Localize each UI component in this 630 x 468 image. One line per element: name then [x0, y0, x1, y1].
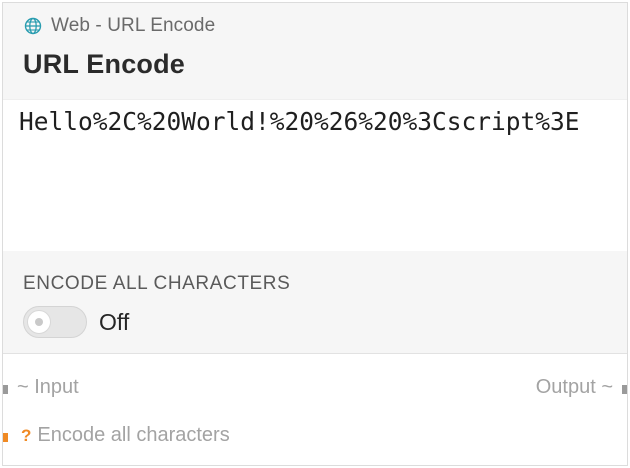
encode-all-toggle-row: Off — [23, 306, 129, 338]
param-handle[interactable] — [3, 433, 8, 442]
toggle-state-label: Off — [99, 308, 130, 335]
output-handle[interactable] — [622, 385, 627, 394]
category-row: Web - URL Encode — [24, 15, 215, 37]
encode-all-label: ENCODE ALL CHARACTERS — [23, 273, 291, 294]
node-header: Web - URL Encode URL Encode — [3, 3, 627, 99]
question-icon: ? — [21, 425, 32, 445]
globe-icon — [24, 17, 42, 35]
ports-section: ~ Input Output ~ ? Encode all characters — [3, 353, 627, 465]
encode-all-toggle[interactable] — [23, 306, 87, 338]
node-title: URL Encode — [23, 49, 186, 79]
param-port-row: ? Encode all characters — [3, 424, 627, 452]
io-port-row: ~ Input Output ~ — [3, 376, 627, 404]
param-port-label: ? Encode all characters — [21, 424, 230, 447]
url-encode-node[interactable]: Web - URL Encode URL Encode Hello%2C%20W… — [2, 2, 628, 466]
param-port-text: Encode all characters — [37, 424, 230, 446]
toggle-knob — [27, 310, 51, 334]
node-category: Web - URL Encode — [51, 15, 216, 36]
input-port-label: ~ Input — [17, 376, 79, 398]
output-value[interactable]: Hello%2C%20World!%20%26%20%3Cscript%3E — [19, 107, 580, 136]
output-area[interactable]: Hello%2C%20World!%20%26%20%3Cscript%3E — [3, 99, 627, 251]
input-handle[interactable] — [3, 385, 8, 394]
output-port-label: Output ~ — [535, 376, 613, 398]
config-section: ENCODE ALL CHARACTERS Off — [3, 251, 627, 353]
